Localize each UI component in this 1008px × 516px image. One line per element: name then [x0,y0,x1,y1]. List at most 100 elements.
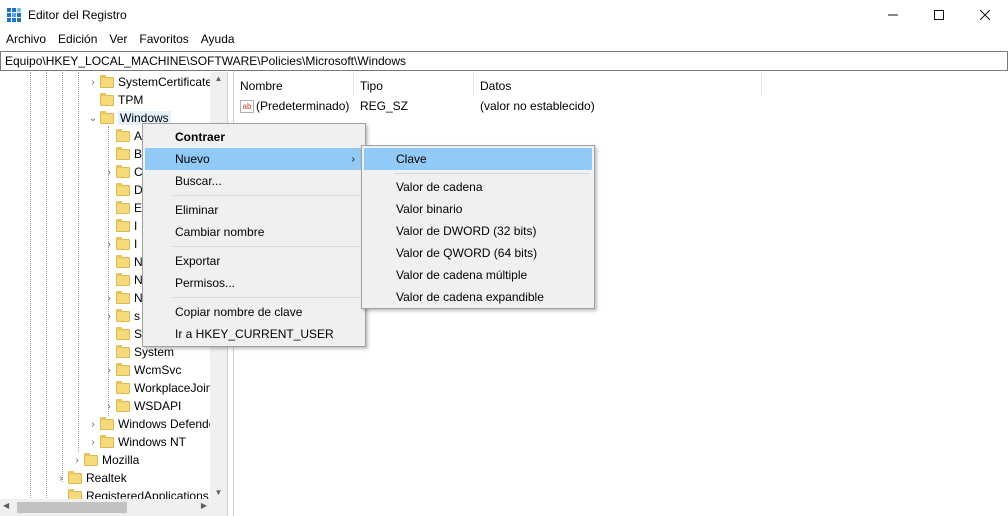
tree-item[interactable]: › N [102,289,143,307]
menu-item-valor-cadena[interactable]: Valor de cadena [364,176,592,198]
folder-icon [100,434,114,448]
tree-item[interactable]: › WcmSvc [102,361,181,379]
menu-item-copiar-nombre[interactable]: Copiar nombre de clave [145,301,363,323]
maximize-button[interactable] [916,0,962,30]
tree-item[interactable]: WorkplaceJoin [102,379,212,397]
menu-item-nuevo[interactable]: Nuevo › [145,148,363,170]
folder-icon [116,218,130,232]
menu-item-permisos[interactable]: Permisos... [145,272,363,294]
address-bar[interactable]: Equipo\HKEY_LOCAL_MACHINE\SOFTWARE\Polic… [0,51,1008,71]
menu-item-contraer[interactable]: Contraer [145,126,363,148]
folder-icon [116,128,130,142]
menu-separator [173,297,361,298]
menu-ayuda[interactable]: Ayuda [195,30,241,50]
tree-item[interactable]: › Realtek [54,469,127,487]
folder-icon [116,200,130,214]
chevron-right-icon[interactable]: › [86,419,100,430]
chevron-down-icon[interactable]: ⌄ [86,113,100,124]
tree-item[interactable]: B [102,145,142,163]
tree-item[interactable]: › I [102,235,137,253]
tree-item[interactable]: N [102,253,143,271]
close-icon [980,10,990,20]
folder-icon [116,272,130,286]
menu-separator [173,195,361,196]
folder-icon [84,452,98,466]
maximize-icon [934,10,944,20]
chevron-right-icon[interactable]: › [102,293,116,304]
menu-edicion[interactable]: Edición [52,30,103,50]
scroll-down-icon[interactable]: ▼ [210,488,227,497]
folder-icon [100,92,114,106]
menu-item-nuevo-label: Nuevo [175,152,210,166]
scroll-thumb[interactable] [17,502,127,513]
tree-item[interactable]: › WSDAPI [102,397,181,415]
folder-icon [116,326,130,340]
chevron-right-icon[interactable]: › [70,455,84,466]
menu-item-ir-hkcu[interactable]: Ir a HKEY_CURRENT_USER [145,323,363,345]
tree-item[interactable]: D [102,181,143,199]
column-datos[interactable]: Datos [474,72,762,96]
menu-item-cambiar-nombre[interactable]: Cambiar nombre [145,221,363,243]
tree-item[interactable]: E [102,199,142,217]
folder-icon [100,74,114,88]
menu-archivo[interactable]: Archivo [0,30,52,50]
column-tipo[interactable]: Tipo [354,72,474,96]
value-type: REG_SZ [360,99,409,113]
menu-item-exportar[interactable]: Exportar [145,250,363,272]
menu-separator [394,173,590,174]
tree-item[interactable]: › s [102,307,140,325]
folder-icon [116,164,130,178]
folder-icon [116,380,130,394]
chevron-right-icon[interactable]: › [102,167,116,178]
close-button[interactable] [962,0,1008,30]
chevron-right-icon[interactable]: › [102,311,116,322]
scroll-corner [210,499,227,516]
tree-item[interactable]: S [102,325,142,343]
tree-item[interactable]: › SystemCertificates [86,73,218,91]
tree-horizontal-scrollbar[interactable]: ◀ ▶ [0,499,210,516]
column-nombre[interactable]: Nombre [234,72,354,96]
tree-item[interactable]: › Mozilla [70,451,139,469]
menu-bar: Archivo Edición Ver Favoritos Ayuda [0,30,1008,50]
value-data: (valor no establecido) [480,99,595,113]
title-bar: Editor del Registro [0,0,1008,30]
menu-item-valor-multiple[interactable]: Valor de cadena múltiple [364,264,592,286]
folder-icon [100,110,114,124]
chevron-right-icon[interactable]: › [102,401,116,412]
scroll-up-icon[interactable]: ▲ [210,74,227,83]
menu-item-valor-binario[interactable]: Valor binario [364,198,592,220]
minimize-button[interactable] [870,0,916,30]
folder-icon [116,146,130,160]
tree-item[interactable]: TPM [86,91,143,109]
context-menu: Contraer Nuevo › Buscar... Eliminar Camb… [142,123,366,347]
menu-ver[interactable]: Ver [103,30,133,50]
scroll-left-icon[interactable]: ◀ [3,501,9,510]
folder-icon [116,236,130,250]
menu-item-clave[interactable]: Clave [364,148,592,170]
chevron-right-icon[interactable]: › [102,365,116,376]
tree-item[interactable]: › C [102,163,143,181]
tree-item[interactable]: I [102,217,137,235]
tree-item[interactable]: A [102,127,142,145]
folder-icon [116,290,130,304]
folder-icon [116,308,130,322]
chevron-right-icon[interactable]: › [86,77,100,88]
scroll-right-icon[interactable]: ▶ [201,501,207,510]
menu-item-valor-dword[interactable]: Valor de DWORD (32 bits) [364,220,592,242]
menu-item-eliminar[interactable]: Eliminar [145,199,363,221]
tree-item[interactable]: › Windows Defender [86,415,219,433]
folder-icon [116,362,130,376]
registry-app-icon [7,8,22,22]
tree-item[interactable]: N [102,271,143,289]
menu-item-valor-qword[interactable]: Valor de QWORD (64 bits) [364,242,592,264]
menu-item-valor-expandible[interactable]: Valor de cadena expandible [364,286,592,308]
chevron-right-icon: › [351,153,355,165]
menu-favoritos[interactable]: Favoritos [133,30,194,50]
tree-item[interactable]: › Windows NT [86,433,186,451]
chevron-right-icon[interactable]: › [54,473,68,484]
chevron-right-icon[interactable]: › [102,239,116,250]
folder-icon [116,344,130,358]
table-row[interactable]: ab (Predeterminado) REG_SZ (valor no esta… [234,96,762,116]
chevron-right-icon[interactable]: › [86,437,100,448]
menu-item-buscar[interactable]: Buscar... [145,170,363,192]
